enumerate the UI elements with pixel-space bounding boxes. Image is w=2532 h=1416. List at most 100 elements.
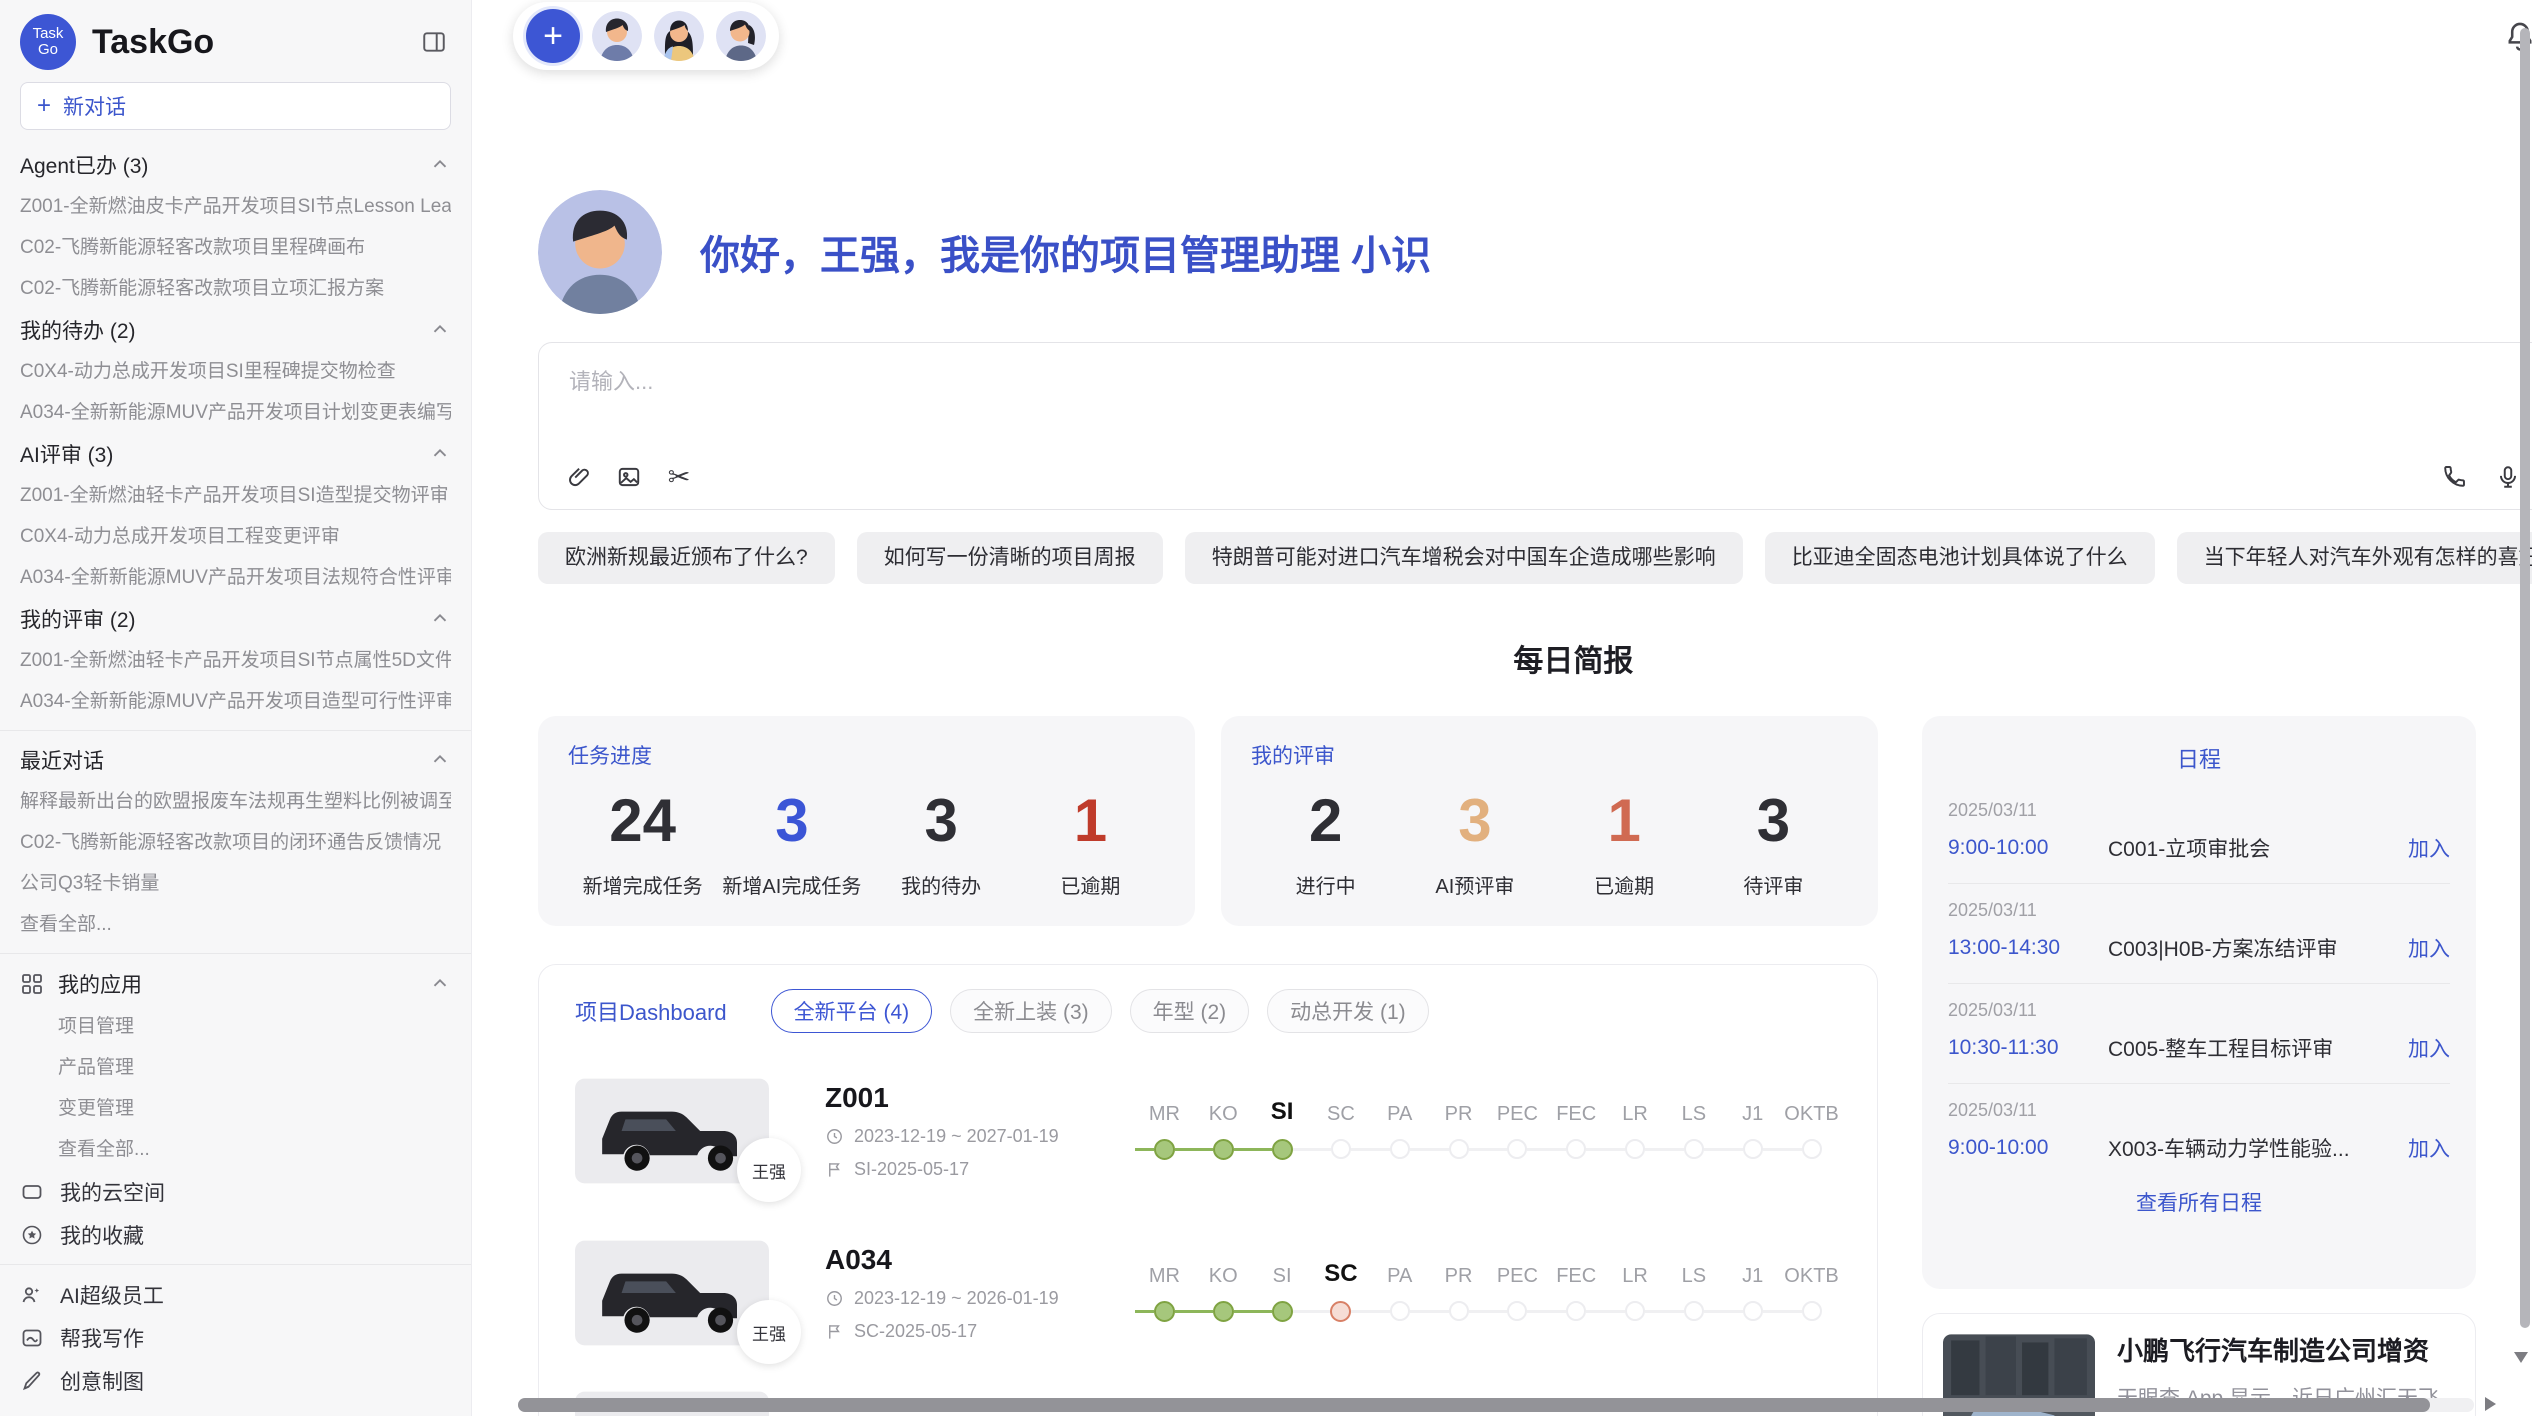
milestone-dot[interactable]	[1743, 1301, 1763, 1321]
sidebar-section-header[interactable]: Agent已办 (3)	[20, 144, 451, 186]
milestone-dot[interactable]	[1213, 1139, 1234, 1160]
milestone-dot[interactable]	[1390, 1301, 1410, 1321]
dashboard-tab[interactable]: 全新上装 (3)	[950, 989, 1112, 1033]
dashboard-tab[interactable]: 年型 (2)	[1130, 989, 1250, 1033]
milestone-dot[interactable]	[1566, 1139, 1586, 1159]
sidebar-item[interactable]: C02-飞腾新能源轻客改款项目立项汇报方案	[20, 268, 451, 309]
sidebar-item[interactable]: Z001-全新燃油轻卡产品开发项目SI节点属性5D文件评审	[20, 640, 451, 681]
schedule-join-link[interactable]: 加入	[2408, 933, 2450, 963]
project-dashboard-card: 项目Dashboard 全新平台 (4)全新上装 (3)年型 (2)动总开发 (…	[538, 964, 1878, 1416]
agent-avatar-3[interactable]	[716, 11, 766, 61]
milestone-line	[1586, 1148, 1605, 1151]
milestone-dot[interactable]	[1684, 1301, 1704, 1321]
dashboard-tab[interactable]: 动总开发 (1)	[1267, 989, 1429, 1033]
schedule-join-link[interactable]: 加入	[2408, 1033, 2450, 1063]
milestone-dot[interactable]	[1802, 1139, 1822, 1159]
horizontal-scrollbar-thumb[interactable]	[518, 1398, 2430, 1412]
sidebar-item[interactable]: Z001-全新燃油皮卡产品开发项目SI节点Lesson Learn报告	[20, 186, 451, 227]
sidebar-section-header-recent[interactable]: 最近对话	[20, 739, 451, 781]
stat-cell: 3我的待办	[867, 784, 1016, 899]
milestone-dot[interactable]	[1507, 1139, 1527, 1159]
milestone-dot[interactable]	[1272, 1301, 1293, 1322]
suggestion-chip[interactable]: 当下年轻人对汽车外观有怎样的喜好趋势	[2177, 532, 2532, 584]
add-agent-button[interactable]: +	[526, 9, 580, 63]
new-chat-button[interactable]: + 新对话	[20, 82, 451, 130]
sidebar-item[interactable]: C0X4-动力总成开发项目SI里程碑提交物检查	[20, 351, 451, 392]
milestone-dot[interactable]	[1390, 1139, 1410, 1159]
sidebar-item[interactable]: A034-全新新能源MUV产品开发项目法规符合性评审	[20, 557, 451, 598]
sidebar-item[interactable]: A034-全新新能源MUV产品开发项目计划变更表编写	[20, 392, 451, 433]
schedule-join-link[interactable]: 加入	[2408, 833, 2450, 863]
stat-cell: 1已逾期	[1550, 784, 1699, 899]
agent-avatar-pill: +	[513, 2, 779, 70]
recent-conversation-item[interactable]: 解释最新出台的欧盟报废车法规再生塑料比例被调至15%...	[20, 781, 451, 822]
suggestion-chip[interactable]: 如何写一份清晰的项目周报	[857, 532, 1163, 584]
schedule-row: 13:00-14:30C003|H0B-方案冻结评审加入	[1948, 933, 2450, 963]
schedule-join-link[interactable]: 加入	[2408, 1133, 2450, 1163]
sidebar-section-my-apps[interactable]: 我的应用	[20, 962, 451, 1006]
sidebar-item-creative-drawing[interactable]: 创意制图	[20, 1359, 451, 1402]
milestone-label: LS	[1682, 1096, 1706, 1126]
milestone-label: MR	[1149, 1096, 1180, 1126]
app-item[interactable]: 变更管理	[58, 1088, 451, 1129]
milestone-dot[interactable]	[1272, 1139, 1293, 1160]
milestone-dot[interactable]	[1625, 1139, 1645, 1159]
scroll-down-arrow-icon[interactable]	[2514, 1352, 2528, 1363]
milestone-dot[interactable]	[1743, 1139, 1763, 1159]
milestone-dot[interactable]	[1449, 1301, 1469, 1321]
suggestion-chip[interactable]: 比亚迪全固态电池计划具体说了什么	[1765, 532, 2155, 584]
sidebar-item[interactable]: A034-全新新能源MUV产品开发项目造型可行性评审	[20, 681, 451, 722]
milestone-dot[interactable]	[1802, 1301, 1822, 1321]
stat-cell: 2进行中	[1251, 784, 1400, 899]
milestone-dot[interactable]	[1154, 1139, 1175, 1160]
milestone-line	[1311, 1148, 1330, 1151]
milestone-dot[interactable]	[1331, 1139, 1351, 1159]
scroll-right-arrow-icon[interactable]	[2485, 1397, 2496, 1411]
milestone-dot[interactable]	[1507, 1301, 1527, 1321]
milestone-dot[interactable]	[1330, 1301, 1351, 1322]
suggestion-chip[interactable]: 特朗普可能对进口汽车增税会对中国车企造成哪些影响	[1185, 532, 1743, 584]
horizontal-scrollbar[interactable]	[518, 1398, 2474, 1412]
milestone-dot[interactable]	[1154, 1301, 1175, 1322]
schedule-title: 日程	[1948, 742, 2450, 774]
app-item[interactable]: 产品管理	[58, 1047, 451, 1088]
milestone-dot[interactable]	[1566, 1301, 1586, 1321]
sidebar-item-cloud-space[interactable]: 我的云空间	[20, 1170, 451, 1213]
sidebar-section-header[interactable]: 我的评审 (2)	[20, 598, 451, 640]
sidebar-item-help-me-write[interactable]: 帮我写作	[20, 1316, 451, 1359]
milestone-dot[interactable]	[1684, 1139, 1704, 1159]
sidebar-item-ai-super-staff[interactable]: AI超级员工	[20, 1273, 451, 1316]
app-item[interactable]: 项目管理	[58, 1006, 451, 1047]
chat-input[interactable]	[569, 369, 2532, 395]
sidebar-item[interactable]: C02-飞腾新能源轻客改款项目里程碑画布	[20, 227, 451, 268]
dashboard-tab[interactable]: 全新平台 (4)	[771, 989, 933, 1033]
milestone-dot[interactable]	[1625, 1301, 1645, 1321]
phone-icon[interactable]	[2440, 463, 2468, 491]
microphone-icon[interactable]	[2494, 463, 2522, 491]
sidebar-item[interactable]: C0X4-动力总成开发项目工程变更评审	[20, 516, 451, 557]
chat-input-card: ✂	[538, 342, 2532, 510]
agent-avatar-1[interactable]	[592, 11, 642, 61]
sidebar-collapse-icon[interactable]	[417, 25, 451, 59]
milestone-dot[interactable]	[1213, 1301, 1234, 1322]
paperclip-icon[interactable]	[565, 463, 593, 491]
scissors-icon[interactable]: ✂	[665, 463, 693, 491]
sidebar-section-header[interactable]: 我的待办 (2)	[20, 309, 451, 351]
image-icon[interactable]	[615, 463, 643, 491]
sidebar-section-header[interactable]: AI评审 (3)	[20, 433, 451, 475]
vertical-scrollbar[interactable]	[2520, 28, 2530, 1328]
milestone-dot[interactable]	[1449, 1139, 1469, 1159]
suggestion-chip[interactable]: 欧洲新规最近颁布了什么?	[538, 532, 835, 584]
apps-view-all[interactable]: 查看全部...	[58, 1129, 451, 1170]
write-label: 帮我写作	[60, 1323, 144, 1353]
sidebar-item-favorites[interactable]: 我的收藏	[20, 1213, 451, 1256]
recent-conversation-item[interactable]: 公司Q3轻卡销量	[20, 863, 451, 904]
agent-avatar-2[interactable]	[654, 11, 704, 61]
app-title: TaskGo	[92, 23, 417, 62]
recent-view-all[interactable]: 查看全部...	[20, 904, 451, 945]
sidebar-item[interactable]: Z001-全新燃油轻卡产品开发项目SI造型提交物评审	[20, 475, 451, 516]
recent-conversation-item[interactable]: C02-飞腾新能源轻客改款项目的闭环通告反馈情况	[20, 822, 451, 863]
schedule-view-all[interactable]: 查看所有日程	[1948, 1187, 2450, 1217]
milestone-label: LR	[1622, 1258, 1648, 1288]
flag-icon	[825, 1322, 844, 1341]
